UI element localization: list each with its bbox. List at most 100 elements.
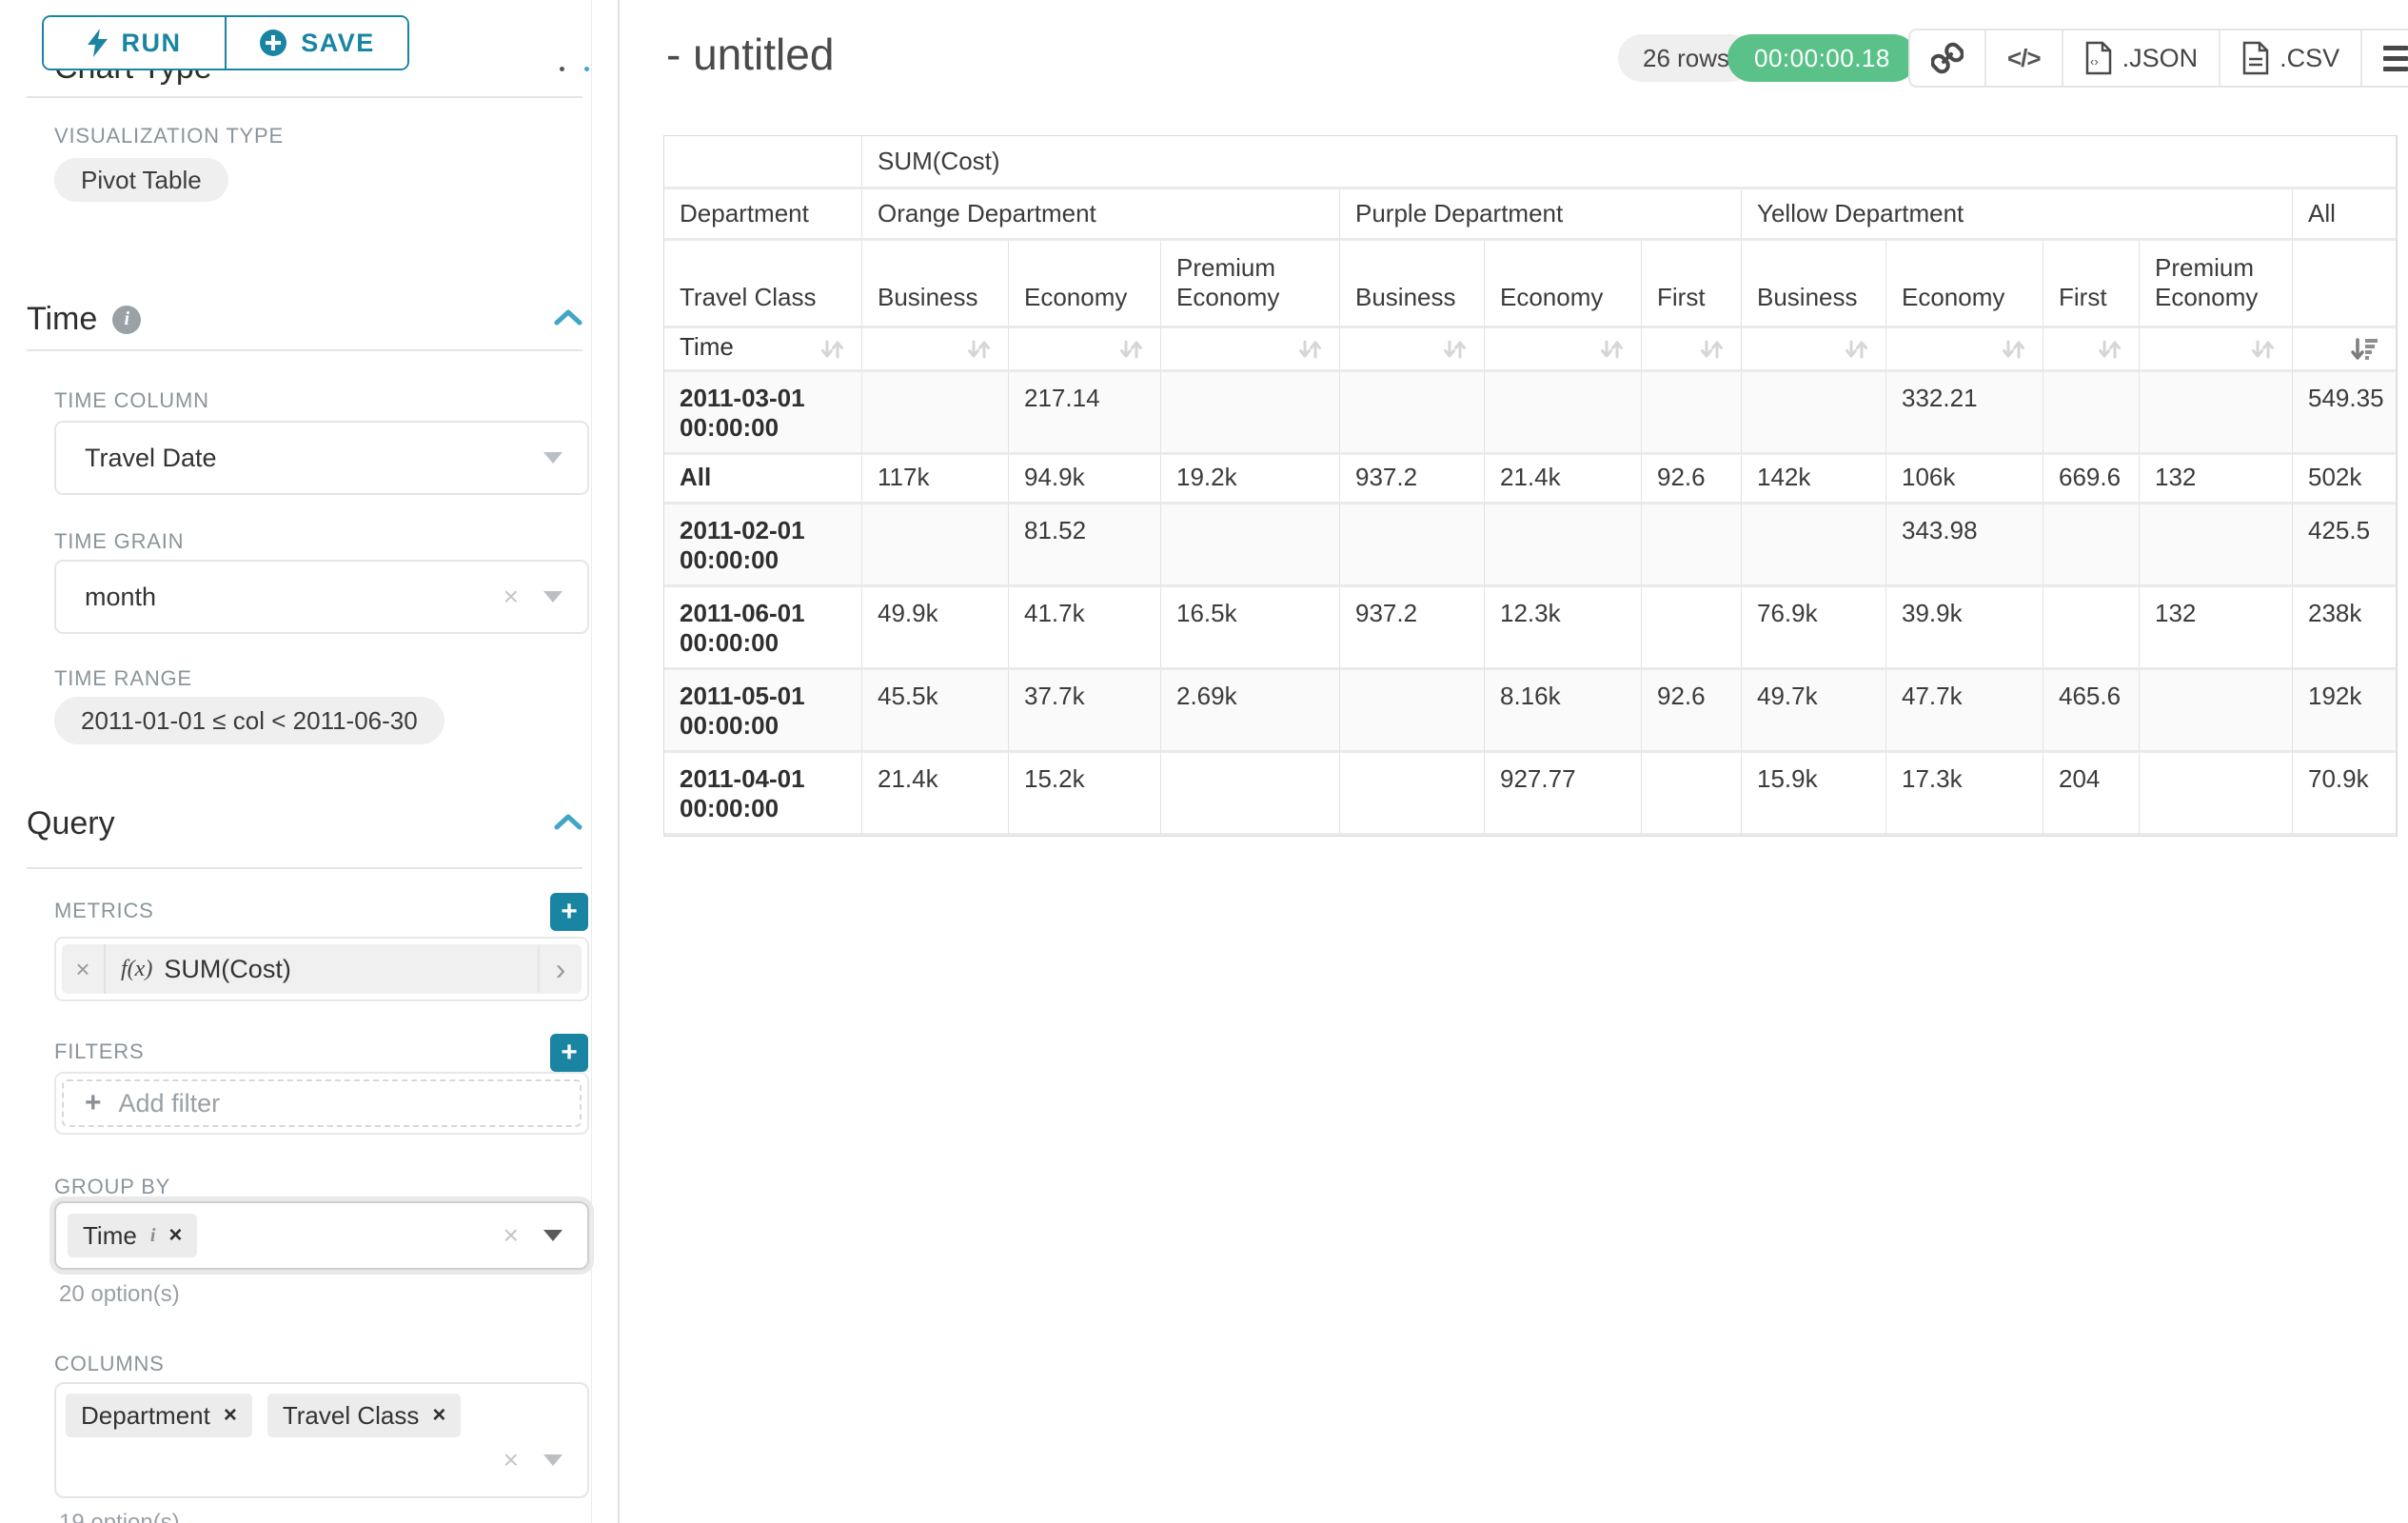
columns-select[interactable]: Department × Travel Class × × xyxy=(54,1382,589,1498)
sort-icon[interactable] xyxy=(1697,335,1726,364)
embed-code-button[interactable]: </> xyxy=(1984,30,2062,86)
value-cell: 15.2k xyxy=(1009,753,1161,836)
clear-icon[interactable]: × xyxy=(503,1447,519,1474)
value-cell: 425.5 xyxy=(2293,504,2397,587)
sort-icon[interactable] xyxy=(1597,335,1626,364)
group-by-select[interactable]: Time i × × xyxy=(54,1201,589,1270)
run-button[interactable]: RUN xyxy=(44,17,227,69)
viz-type-pill[interactable]: Pivot Table xyxy=(54,158,228,202)
column-sort-header[interactable] xyxy=(1485,328,1642,372)
sort-icon[interactable] xyxy=(2095,335,2123,364)
chevron-down-icon[interactable] xyxy=(543,591,563,603)
value-cell: 15.9k xyxy=(1742,753,1886,836)
add-filter-button[interactable]: + xyxy=(550,1034,588,1072)
value-cell xyxy=(1642,753,1742,836)
collapse-caret-icon[interactable] xyxy=(552,813,584,832)
value-cell xyxy=(2140,372,2293,455)
value-cell: 39.9k xyxy=(1886,587,2043,670)
link-icon xyxy=(1931,42,1964,74)
chevron-down-icon[interactable] xyxy=(543,1230,563,1241)
column-sort-header[interactable] xyxy=(1161,328,1340,372)
columns-chip[interactable]: Department × xyxy=(66,1394,252,1437)
group-by-label: GROUP BY xyxy=(54,1175,170,1199)
sort-icon[interactable] xyxy=(818,335,846,364)
value-cell: 47.7k xyxy=(1886,670,2043,753)
columns-chip-label: Department xyxy=(81,1401,210,1431)
row-header-cell: 2011-02-01 00:00:00 xyxy=(664,504,862,587)
info-icon: i xyxy=(112,306,141,334)
remove-chip-icon[interactable]: × xyxy=(432,1402,445,1429)
filters-container: + Add filter xyxy=(54,1072,589,1135)
panel-divider[interactable] xyxy=(618,0,620,1523)
column-sort-header[interactable] xyxy=(2043,328,2140,372)
run-button-label: RUN xyxy=(122,29,182,58)
column-sort-header[interactable] xyxy=(2293,328,2397,372)
time-grain-label: TIME GRAIN xyxy=(54,529,184,554)
sort-icon[interactable] xyxy=(1295,335,1324,364)
clear-icon[interactable]: × xyxy=(503,583,519,610)
save-button[interactable]: SAVE xyxy=(227,17,407,69)
remove-metric-icon[interactable]: × xyxy=(62,944,106,994)
value-cell xyxy=(1161,504,1340,587)
column-sort-header[interactable] xyxy=(1886,328,2043,372)
time-grain-select[interactable]: month × xyxy=(54,560,589,634)
chevron-down-icon[interactable] xyxy=(543,1454,563,1466)
table-row: All117k94.9k19.2k937.221.4k92.6142k106k6… xyxy=(664,455,2397,504)
chart-title[interactable]: - untitled xyxy=(666,29,834,80)
value-cell xyxy=(1340,670,1485,753)
value-cell: 49.9k xyxy=(862,587,1009,670)
add-filter-dropzone[interactable]: + Add filter xyxy=(62,1079,582,1127)
sort-icon[interactable] xyxy=(1440,335,1469,364)
value-cell xyxy=(1642,504,1742,587)
info-icon: i xyxy=(150,1225,156,1247)
export-json-button[interactable]: ‹› .JSON xyxy=(2062,30,2220,86)
plus-circle-icon xyxy=(259,29,287,57)
row-dimension-label: Travel Class xyxy=(664,241,862,328)
metric-chip[interactable]: × f(x) SUM(Cost) › xyxy=(62,944,582,994)
remove-chip-icon[interactable]: × xyxy=(168,1222,182,1249)
sort-icon[interactable] xyxy=(1116,335,1145,364)
time-section-heading[interactable]: Time i xyxy=(27,301,141,338)
remove-chip-icon[interactable]: × xyxy=(224,1402,237,1429)
clear-icon[interactable]: × xyxy=(503,1222,519,1249)
sort-icon[interactable] xyxy=(964,335,993,364)
travel-class-header: Business xyxy=(1742,241,1886,328)
column-sort-header[interactable] xyxy=(1009,328,1161,372)
value-cell: 132 xyxy=(2140,455,2293,504)
share-link-button[interactable] xyxy=(1910,30,1984,86)
collapse-caret-icon[interactable] xyxy=(552,308,584,327)
sort-icon[interactable] xyxy=(1842,335,1870,364)
column-sort-header[interactable] xyxy=(2140,328,2293,372)
time-row-label: Time xyxy=(680,332,734,361)
group-by-chip[interactable]: Time i × xyxy=(68,1214,197,1257)
add-metric-button[interactable]: + xyxy=(550,893,588,931)
value-cell xyxy=(862,504,1009,587)
more-options-button[interactable] xyxy=(2360,30,2408,86)
chevron-down-icon[interactable] xyxy=(543,452,563,464)
column-sort-header[interactable] xyxy=(1642,328,1742,372)
time-range-pill[interactable]: 2011-01-01 ≤ col < 2011-06-30 xyxy=(54,697,444,744)
time-column-select[interactable]: Travel Date xyxy=(54,421,589,495)
query-section-heading[interactable]: Query xyxy=(27,805,115,842)
column-sort-header[interactable] xyxy=(862,328,1009,372)
fx-icon: f(x) xyxy=(121,957,152,982)
sort-icon[interactable] xyxy=(2248,335,2277,364)
chart-type-collapse-icon[interactable] xyxy=(584,67,589,71)
export-csv-button[interactable]: .CSV xyxy=(2219,30,2360,86)
columns-chip[interactable]: Travel Class × xyxy=(267,1394,462,1437)
time-sort-header[interactable]: Time xyxy=(664,328,862,372)
row-header-cell: 2011-04-01 00:00:00 xyxy=(664,753,862,836)
value-cell: 37.7k xyxy=(1009,670,1161,753)
sort-desc-active-icon[interactable] xyxy=(2350,335,2380,364)
travel-class-header: Business xyxy=(862,241,1009,328)
value-cell: 117k xyxy=(862,455,1009,504)
value-cell: 106k xyxy=(1886,455,2043,504)
value-cell xyxy=(862,372,1009,455)
value-cell xyxy=(1642,587,1742,670)
explore-view: Chart Type RUN SAVE VISUALIZATION TYPE P xyxy=(0,0,2408,1523)
column-sort-header[interactable] xyxy=(1340,328,1485,372)
sort-icon[interactable] xyxy=(1999,335,2027,364)
column-sort-header[interactable] xyxy=(1742,328,1886,372)
chevron-right-icon[interactable]: › xyxy=(538,945,582,993)
travel-class-header: First xyxy=(2043,241,2140,328)
